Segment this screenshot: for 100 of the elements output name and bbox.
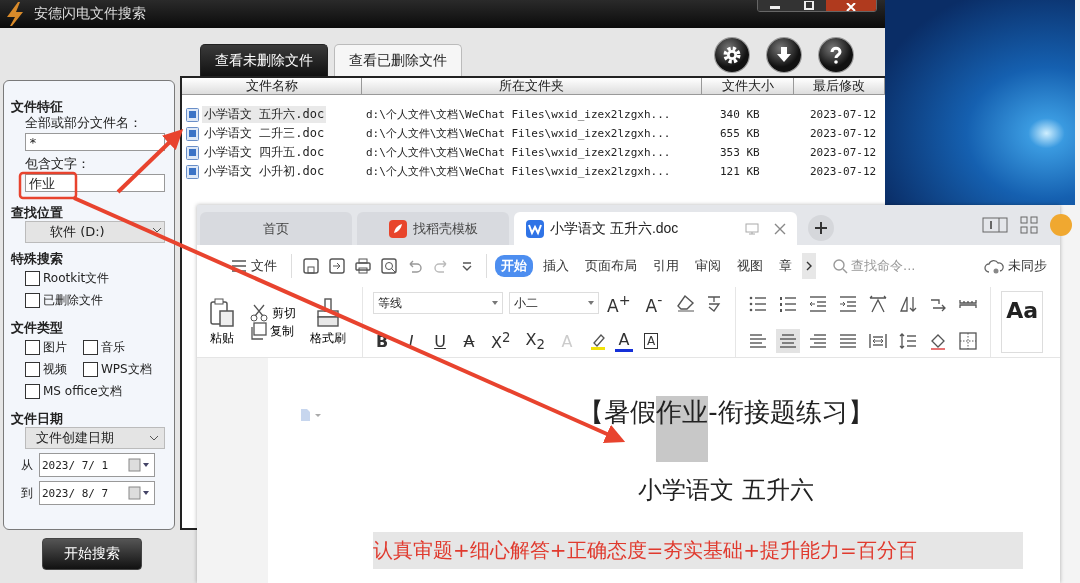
checkbox-label: 音乐 [101,339,125,356]
subscript-button[interactable]: X$_{2}$ [523,330,547,353]
tab[interactable]: 查看已删除文件 [334,44,462,76]
column-header[interactable]: 所在文件夹 [362,78,702,94]
file-menu[interactable]: 文件 [225,255,283,277]
section-heading: 文件特征 [11,98,64,115]
ribbon-tab[interactable]: 视图 [731,255,769,277]
maximize-icon [803,1,815,11]
ribbon-tab[interactable]: 引用 [647,255,685,277]
ribbon-tab[interactable]: 插入 [537,255,575,277]
date-type-dropdown[interactable]: 文件创建日期 [25,427,165,449]
date-field[interactable]: 2023/ 7/ 1 [39,453,155,477]
tab[interactable]: 找稻壳模板 [357,212,509,245]
strikethrough-button[interactable]: A [460,331,478,351]
align-center-icon [779,331,798,350]
section-heading: 文件日期 [11,410,64,427]
calendar-dropdown-icon [128,458,150,472]
save-icon[interactable] [302,257,320,275]
file-name[interactable]: 小学语文 五升六.doc [202,106,327,123]
paragraph-icon [300,408,322,422]
checkbox[interactable] [25,340,40,355]
gear-icon [722,45,742,65]
copy-icon [249,322,267,340]
close-icon [773,221,787,236]
checkbox[interactable] [25,362,40,377]
bullets-icon [749,294,768,313]
cut-button[interactable]: 剪切 [249,304,296,322]
column-header[interactable]: 文件名称 [182,78,362,94]
annotation-box [18,171,78,200]
borders-icon [959,331,978,350]
print-icon[interactable] [354,257,372,275]
table-cell-text: 353 KB [719,146,761,159]
checkbox[interactable] [83,340,98,355]
file-name[interactable]: 小学语文 二升三.doc [202,125,327,142]
chevron-down-icon [149,435,159,441]
table-cell-text: d:\个人文件\文档\WeChat Files\wxid_izex2lzgxh... [365,107,672,122]
calendar-dropdown-icon [128,486,150,500]
superscript-button[interactable]: X$^{2}$ [489,330,513,353]
tab[interactable]: 小学语文 五升六.doc [514,212,797,245]
document-icon [186,145,199,160]
tab[interactable]: 首页 [200,212,352,245]
paintbrush-icon [315,297,341,328]
file-name[interactable]: 小学语文 四升五.doc [202,144,327,161]
chevron-right-icon [806,261,812,271]
file-name[interactable]: 小学语文 小升初.doc [202,163,327,180]
export-icon[interactable] [328,257,346,275]
ribbon-tab[interactable]: 审阅 [689,255,727,277]
ribbon-tab[interactable]: 页面布局 [579,255,643,277]
document-icon [186,107,199,122]
filename-field[interactable]: * [25,133,165,151]
print-preview-icon[interactable] [380,257,398,275]
decrease-font-button[interactable]: A$^{-}$ [643,291,665,316]
field-label: 全部或部分文件名： [24,115,143,131]
date-label: 到 [21,484,33,502]
location-dropdown[interactable]: 软件 (D:) [25,221,165,243]
scroll-right-button[interactable] [802,253,816,279]
search-button[interactable]: 开始搜索 [42,538,142,570]
table-cell-text: 655 KB [719,127,761,140]
format-painter-button[interactable]: 格式刷 [310,297,346,347]
font-name-field[interactable]: 等线 [373,292,503,315]
lightning-logo-icon [4,1,26,27]
sync-button[interactable]: 未同步 [978,255,1053,277]
checkbox-label: MS office文档 [43,383,122,400]
checkbox[interactable] [83,362,98,377]
ribbon-tab[interactable]: 章 [773,255,798,277]
checkbox-label: 图片 [43,339,67,356]
table-cell-text: 2023-07-12 [809,146,878,159]
annotation-arrow [116,129,184,194]
table-cell-text: 121 KB [719,165,761,178]
help-button[interactable] [819,38,853,72]
dropdown-caret-icon [492,301,498,306]
checkbox[interactable] [25,293,40,308]
font-size-field[interactable]: 小二 [509,292,599,315]
checkbox[interactable] [25,271,40,286]
checkbox[interactable] [25,384,40,399]
new-tab-button[interactable] [808,215,834,241]
font-color-button[interactable]: A [614,330,633,353]
column-header[interactable]: 文件大小 [702,78,794,94]
justify-icon [839,331,858,350]
paste-button[interactable]: 粘贴 [209,297,235,347]
grid-icon[interactable] [1020,216,1038,234]
style-preview[interactable]: Aa [1001,291,1044,353]
date-label: 从 [21,456,33,474]
date-field[interactable]: 2023/ 8/ 7 [39,481,155,505]
underline-button[interactable]: U [431,331,449,351]
increase-font-button[interactable]: A$^{+}$ [605,291,633,316]
section-heading: 查找位置 [11,204,64,221]
align-center-button[interactable] [776,328,801,353]
download-button[interactable] [767,38,801,72]
checkbox-label: Rootkit文件 [43,270,110,287]
highlighter-icon [588,332,607,351]
settings-button[interactable] [715,38,749,72]
column-header[interactable]: 最后修改 [794,78,885,94]
window-layout-icon[interactable] [982,217,1008,233]
checkbox-label: WPS文档 [101,361,152,378]
tab[interactable]: 查看未删除文件 [200,44,328,76]
text-field[interactable]: 作业 [25,174,165,192]
search-icon [832,258,848,274]
copy-button[interactable]: 复制 [249,322,296,340]
character-border-button[interactable]: A [643,333,659,350]
